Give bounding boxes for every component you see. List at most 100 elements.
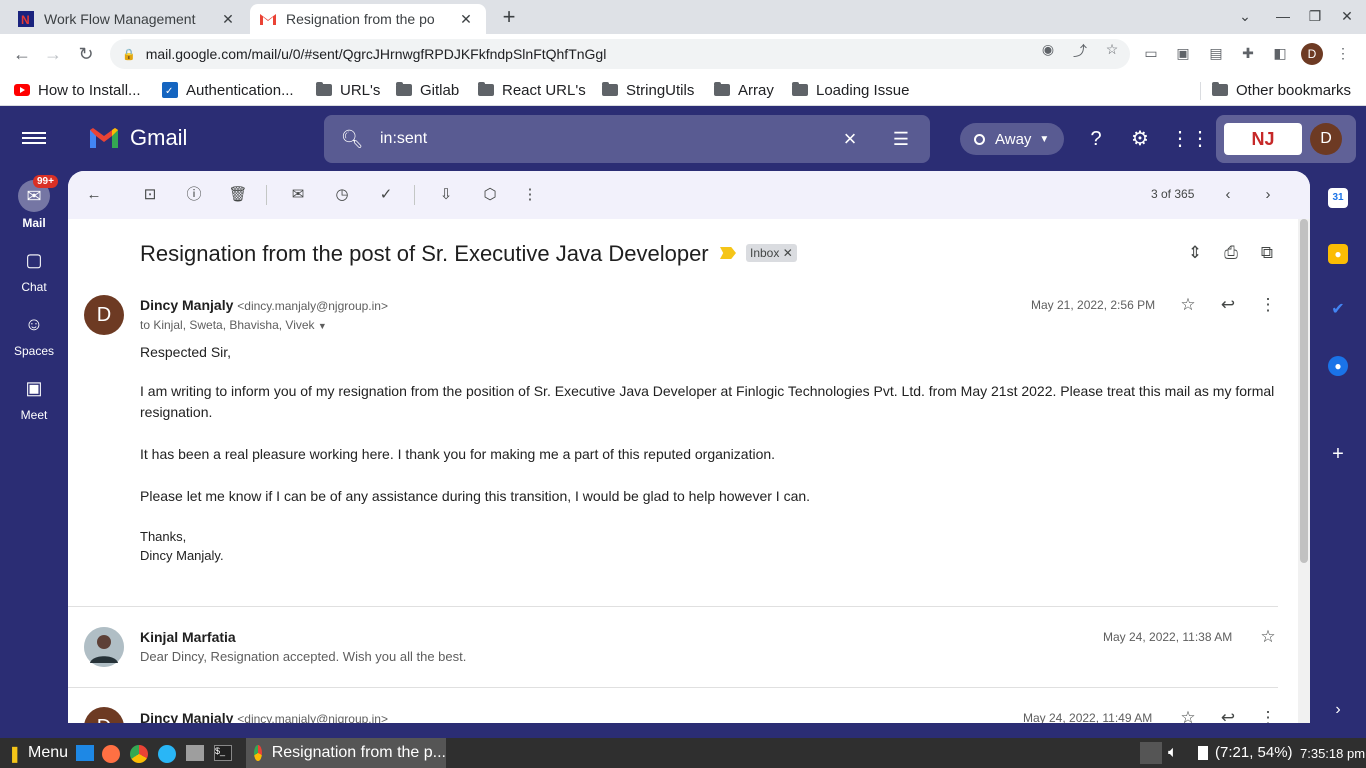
network-icon[interactable]: [1140, 742, 1162, 764]
reload-button[interactable]: ↻: [73, 42, 99, 66]
address-bar[interactable]: 🔒 mail.google.com/mail/u/0/#sent/QgrcJHr…: [110, 39, 1130, 69]
search-icon[interactable]: 🔍︎: [324, 129, 380, 150]
account-avatar[interactable]: D: [1310, 123, 1342, 155]
files-icon[interactable]: [186, 745, 204, 761]
taskbar-window-chrome[interactable]: Resignation from the p...: [246, 738, 446, 768]
sender-name[interactable]: Dincy Manjaly <dincy.manjaly@njgroup.in>: [140, 297, 388, 313]
clock[interactable]: 7:35:18 pm: [1300, 746, 1365, 761]
show-desktop-icon[interactable]: [76, 745, 94, 761]
clear-search-icon[interactable]: ×: [828, 126, 872, 152]
more-vert-icon[interactable]: ⋮: [1258, 295, 1278, 315]
sender-avatar[interactable]: D: [84, 295, 124, 335]
gmail-logo[interactable]: Gmail: [88, 125, 187, 151]
profile-avatar[interactable]: D: [1301, 43, 1323, 65]
bookmark-folder-loading-issue[interactable]: Loading Issue: [792, 80, 909, 100]
star-icon[interactable]: ☆: [1258, 627, 1278, 647]
chrome-icon[interactable]: [130, 745, 148, 763]
puzzle-icon[interactable]: ✚: [1239, 45, 1257, 63]
rail-chat[interactable]: ▢ Chat: [0, 244, 68, 294]
battery-icon[interactable]: [1198, 746, 1208, 760]
more-vert-icon[interactable]: ⋮: [1334, 45, 1352, 63]
tab-search-icon[interactable]: ⌄: [1235, 8, 1255, 26]
bookmark-authentication[interactable]: ✓ Authentication...: [162, 80, 294, 100]
bookmark-folder-stringutils[interactable]: StringUtils: [602, 80, 694, 100]
help-icon[interactable]: ?: [1082, 125, 1110, 153]
share-icon[interactable]: ⤴: [1071, 41, 1089, 59]
show-details-icon[interactable]: ▼: [318, 321, 327, 331]
sender-avatar-photo[interactable]: [84, 627, 124, 667]
firefox-icon[interactable]: [102, 745, 120, 763]
bookmark-how-to-install[interactable]: How to Install...: [14, 80, 141, 100]
archive-icon[interactable]: ⊡: [140, 185, 160, 205]
important-marker-icon[interactable]: [720, 247, 736, 259]
restore-button[interactable]: ❐: [1305, 8, 1325, 26]
add-addon-icon[interactable]: +: [1328, 444, 1348, 464]
extension-icon[interactable]: ▤: [1207, 45, 1225, 63]
app-icon[interactable]: [158, 745, 176, 763]
side-panel-icon[interactable]: ◧: [1271, 45, 1289, 63]
bookmark-folder-urls[interactable]: URL's: [316, 80, 380, 100]
more-options-icon[interactable]: ⋮: [520, 185, 540, 205]
bookmark-folder-array[interactable]: Array: [714, 80, 774, 100]
start-menu-button[interactable]: Menu: [28, 744, 68, 762]
print-icon[interactable]: ⎙: [1220, 243, 1242, 265]
volume-icon[interactable]: 🔈︎: [1168, 744, 1178, 762]
search-options-icon[interactable]: ☰: [872, 129, 930, 150]
more-vert-icon[interactable]: ⋮: [1258, 708, 1278, 723]
report-spam-icon[interactable]: ⓘ: [184, 185, 204, 205]
rail-meet[interactable]: ▣ Meet: [0, 372, 68, 422]
cast-icon[interactable]: ▭: [1142, 45, 1160, 63]
open-new-window-icon[interactable]: ⧉: [1256, 243, 1278, 265]
remove-label-icon[interactable]: ✕: [783, 246, 793, 260]
apps-grid-icon[interactable]: ⋮⋮: [1170, 125, 1210, 153]
sender-name[interactable]: Kinjal Marfatia: [140, 629, 236, 645]
main-menu-icon[interactable]: [22, 129, 46, 149]
search-bar[interactable]: 🔍︎ in:sent × ☰: [324, 115, 930, 163]
tab-gmail[interactable]: Resignation from the po ✕: [250, 4, 486, 34]
menu-logo-icon[interactable]: ❚: [8, 744, 21, 764]
snooze-icon[interactable]: ◷: [332, 185, 352, 205]
sender-avatar[interactable]: D: [84, 707, 124, 723]
rail-spaces[interactable]: ☺ Spaces: [0, 308, 68, 358]
calendar-icon[interactable]: 31: [1328, 188, 1348, 208]
show-side-panel-icon[interactable]: ›: [1328, 700, 1348, 720]
star-icon[interactable]: ☆: [1178, 708, 1198, 723]
move-to-icon[interactable]: ⇩: [436, 185, 456, 205]
status-dropdown[interactable]: Away ▼: [960, 123, 1064, 155]
extension-icon[interactable]: ▣: [1174, 45, 1192, 63]
forward-button[interactable]: →: [40, 42, 66, 66]
mark-unread-icon[interactable]: ✉: [288, 185, 308, 205]
terminal-icon[interactable]: $_: [214, 745, 232, 761]
tab-work-flow[interactable]: N Work Flow Management ✕: [8, 4, 248, 34]
reply-icon[interactable]: ↩: [1218, 295, 1238, 315]
settings-gear-icon[interactable]: ⚙: [1126, 125, 1154, 153]
tracking-icon[interactable]: ◉: [1039, 41, 1057, 59]
keep-icon[interactable]: ●: [1328, 244, 1348, 264]
rail-mail[interactable]: ✉ Mail: [0, 180, 68, 230]
add-to-tasks-icon[interactable]: ✓: [376, 185, 396, 205]
newer-icon[interactable]: ‹: [1218, 185, 1238, 205]
close-window-button[interactable]: ✕: [1337, 8, 1357, 26]
bookmark-folder-gitlab[interactable]: Gitlab: [396, 80, 459, 100]
close-tab-icon[interactable]: ✕: [218, 11, 238, 28]
new-tab-button[interactable]: +: [497, 6, 521, 30]
tasks-icon[interactable]: ✔: [1328, 300, 1348, 320]
message-snippet[interactable]: Dear Dincy, Resignation accepted. Wish y…: [140, 649, 466, 664]
reply-icon[interactable]: ↩: [1218, 708, 1238, 723]
sender-name[interactable]: Dincy Manjaly <dincy.manjaly@njgroup.in>: [140, 710, 388, 723]
label-icon[interactable]: ⬡: [480, 185, 500, 205]
recipients-line[interactable]: to Kinjal, Sweta, Bhavisha, Vivek ▼: [140, 318, 327, 332]
bookmark-folder-react-urls[interactable]: React URL's: [478, 80, 586, 100]
close-tab-icon[interactable]: ✕: [456, 11, 476, 28]
scrollbar[interactable]: [1298, 219, 1310, 723]
back-button[interactable]: ←: [9, 42, 35, 66]
back-to-sent-icon[interactable]: ←: [84, 185, 104, 205]
bookmark-star-icon[interactable]: ☆: [1103, 41, 1121, 59]
scrollbar-thumb[interactable]: [1300, 219, 1308, 563]
account-area[interactable]: NJ D: [1216, 115, 1356, 163]
search-input[interactable]: in:sent: [380, 130, 828, 148]
minimize-button[interactable]: —: [1273, 8, 1293, 26]
delete-icon[interactable]: 🗑︎: [228, 185, 248, 205]
older-icon[interactable]: ›: [1258, 185, 1278, 205]
bookmark-folder-other[interactable]: Other bookmarks: [1212, 80, 1351, 100]
